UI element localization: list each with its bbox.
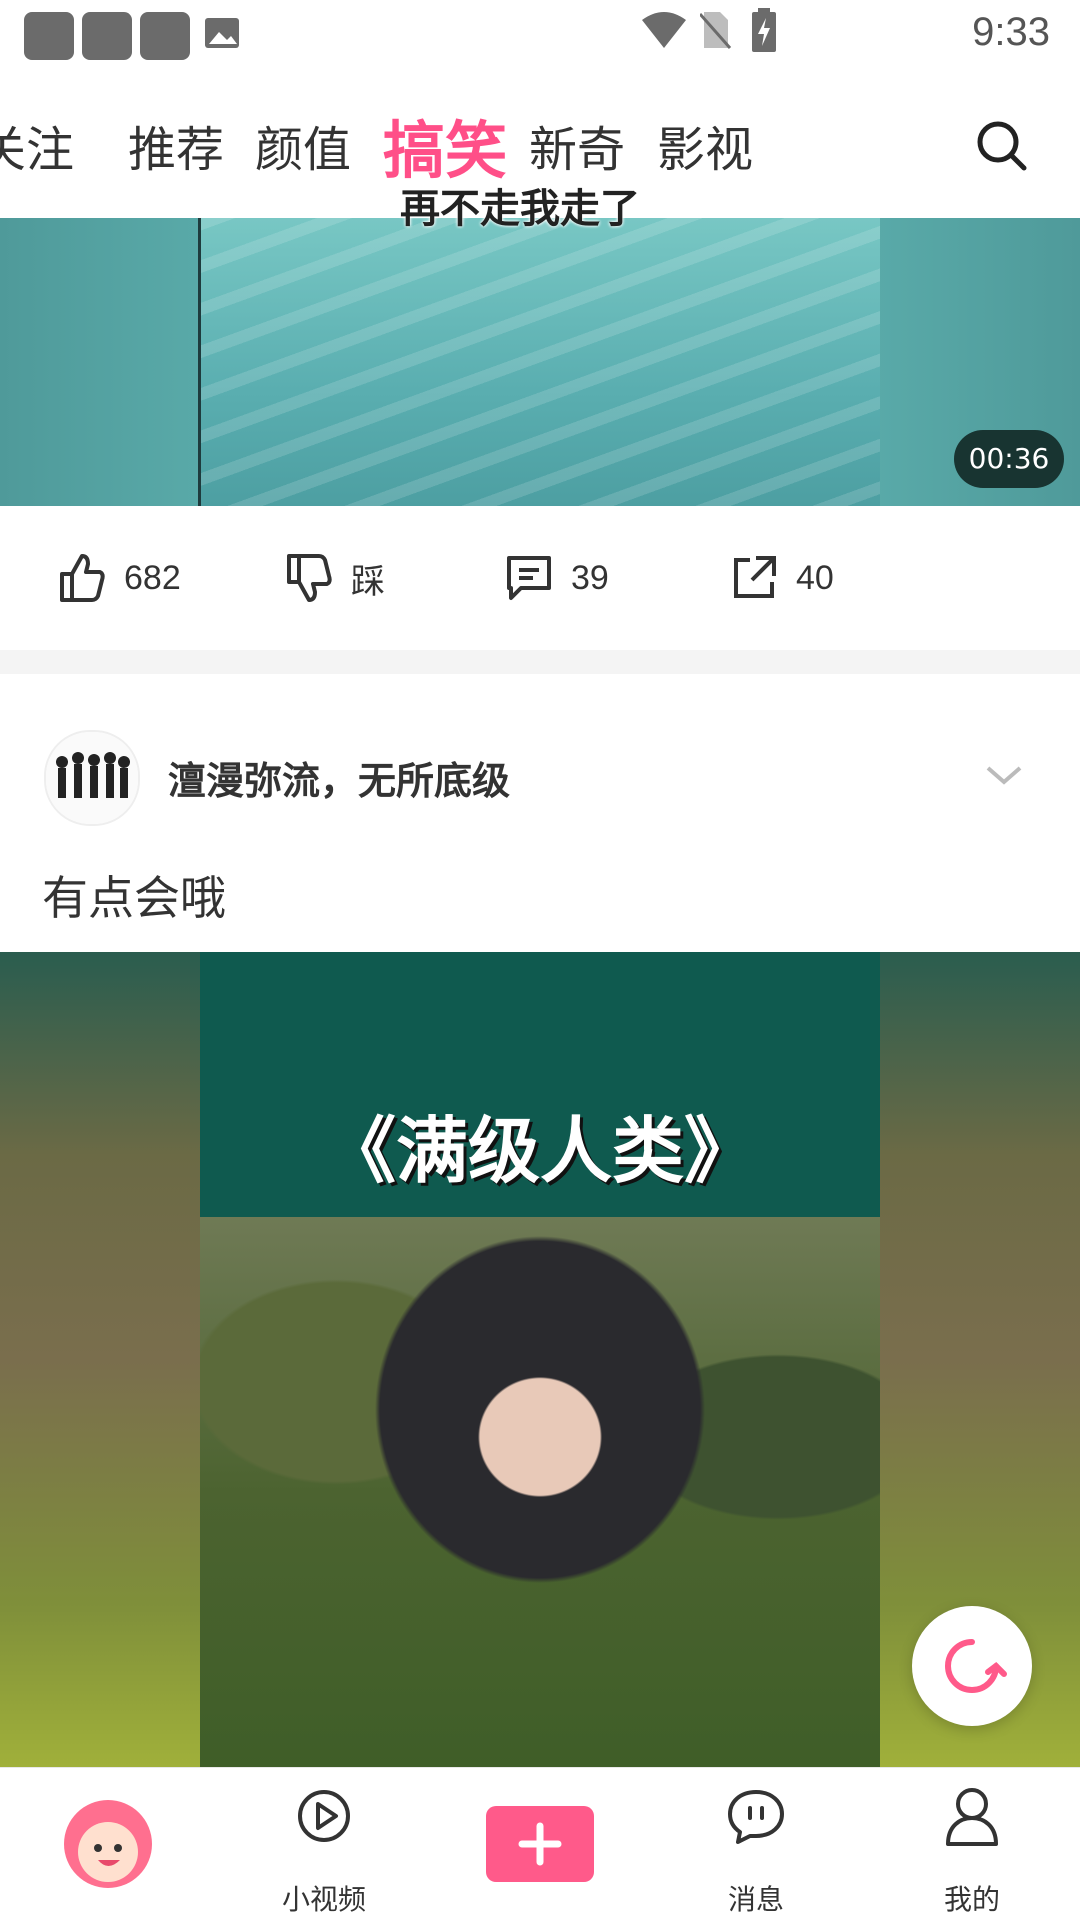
share-icon (734, 556, 776, 598)
nav-home[interactable] (0, 1768, 216, 1921)
tab-recommend[interactable]: 推荐 (128, 110, 224, 180)
message-icon (728, 1790, 784, 1844)
refresh-button[interactable] (912, 1606, 1032, 1726)
video-duration: 00:36 (954, 430, 1064, 488)
play-icon (298, 1790, 350, 1842)
like-count: 682 (124, 558, 181, 597)
tab-novel[interactable]: 新奇 (529, 110, 625, 180)
status-bar: 9:33 (0, 0, 1080, 72)
author-name[interactable]: 澶漫弥流，无所底级 (168, 750, 510, 805)
thumbs-up-icon (60, 554, 105, 602)
wifi-icon (642, 12, 686, 48)
share-count: 40 (796, 558, 834, 597)
app-notification-icon (140, 12, 190, 60)
video-caption: 再不走我走了 (400, 186, 640, 232)
refresh-icon (945, 1639, 1007, 1693)
nav-messages[interactable]: 消息 (648, 1768, 864, 1921)
thumbs-down-icon (287, 554, 332, 602)
video-frame (200, 1217, 880, 1767)
nav-label: 消息 (727, 1883, 784, 1916)
avatar-image (46, 732, 138, 824)
user-icon (946, 1788, 998, 1846)
tab-film[interactable]: 影视 (657, 110, 753, 180)
dislike-label: 踩 (351, 562, 385, 601)
nav-label: 小视频 (281, 1883, 366, 1916)
image-icon (205, 18, 239, 48)
battery-charging-icon (752, 8, 776, 52)
avatar-icon (64, 1800, 152, 1888)
tab-beauty[interactable]: 颜值 (255, 110, 351, 180)
app-notification-icon (82, 12, 132, 60)
video-frame (200, 218, 880, 506)
post-text: 有点会哦 (42, 871, 226, 925)
no-sim-icon (700, 12, 732, 49)
nav-short-video[interactable]: 小视频 (216, 1768, 432, 1921)
comment-icon (507, 556, 551, 600)
video-title: 《满级人类》 (323, 1108, 756, 1193)
tab-follow[interactable]: 关注 (0, 110, 74, 180)
chevron-down-icon[interactable] (984, 760, 1024, 790)
clock: 9:33 (972, 10, 1050, 54)
post-actions: 682 踩 39 40 (0, 506, 1080, 650)
nav-label: 我的 (943, 1883, 1000, 1916)
like-button[interactable]: 682 (58, 546, 181, 610)
video-divider (198, 218, 201, 506)
comment-button[interactable]: 39 (505, 546, 609, 610)
comment-count: 39 (571, 558, 609, 597)
search-icon[interactable] (968, 112, 1038, 182)
share-button[interactable]: 40 (730, 546, 834, 610)
bottom-navigation: 小视频 消息 我的 (0, 1767, 1080, 1921)
nav-profile[interactable]: 我的 (864, 1768, 1080, 1921)
video-player[interactable]: 再不走我走了 (0, 186, 1080, 506)
dislike-button[interactable]: 踩 (285, 546, 385, 610)
author-avatar[interactable] (44, 730, 140, 826)
app-notification-icon (24, 12, 74, 60)
plus-icon (518, 1822, 562, 1866)
publish-button[interactable] (486, 1806, 594, 1882)
post-divider (0, 650, 1080, 674)
